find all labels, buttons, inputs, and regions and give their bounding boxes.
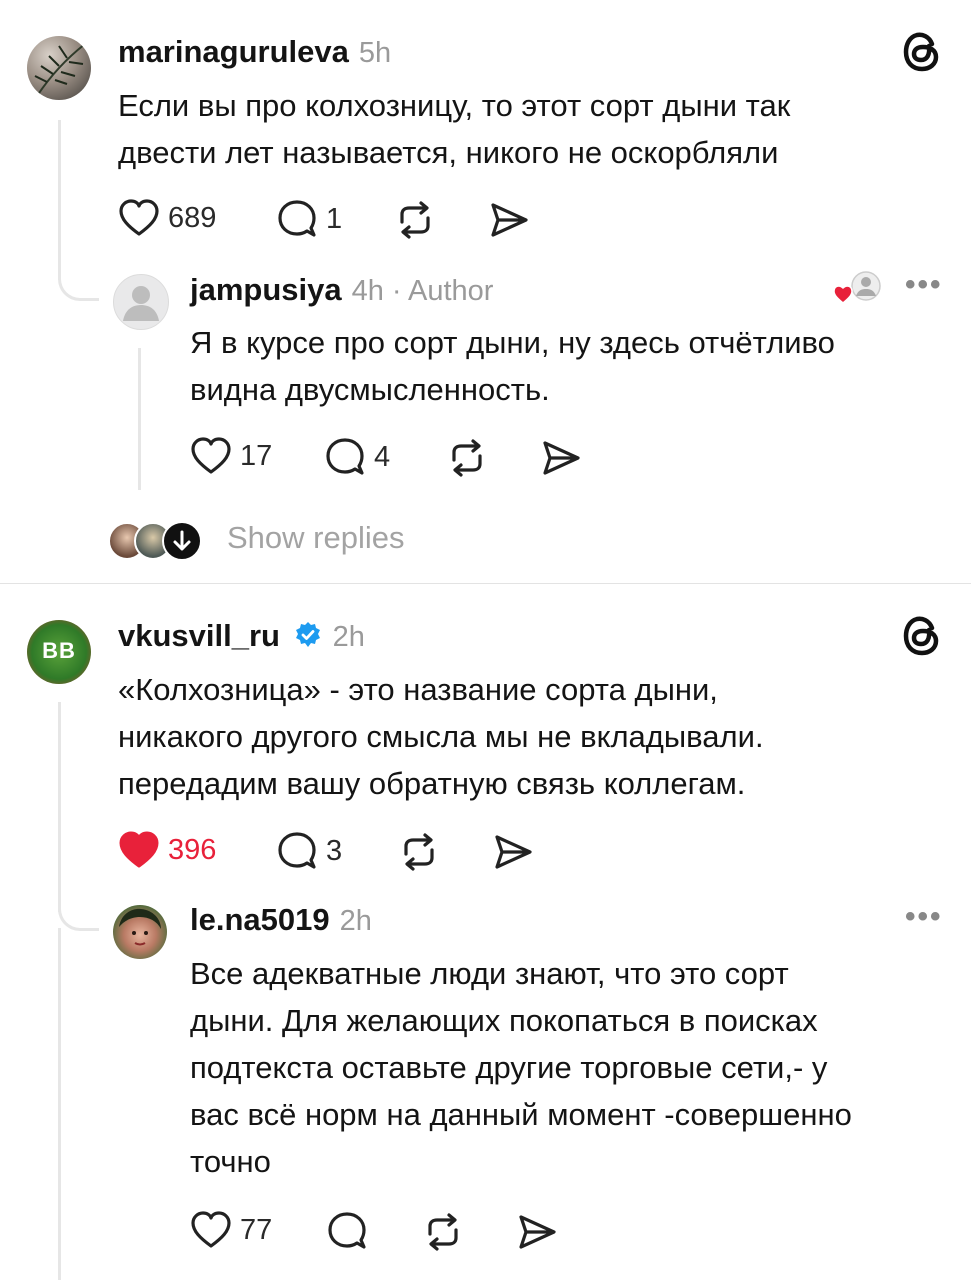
like-button[interactable]: 396 (118, 830, 216, 870)
avatar[interactable]: BB (27, 620, 91, 684)
repost-button[interactable] (394, 200, 436, 240)
username[interactable]: marinaguruleva 5h (118, 34, 391, 70)
threads-icon[interactable] (902, 614, 942, 663)
send-icon (495, 835, 532, 869)
reply-count: 1 (326, 202, 343, 235)
thread-curve (58, 892, 99, 931)
timestamp: 4h (351, 275, 384, 307)
avatar-logo-text: BB (42, 638, 76, 663)
comment-text: «Колхозница» - это название сорта дыни, … (118, 672, 764, 801)
timestamp: 2h (332, 621, 365, 653)
reply-button[interactable]: 3 (276, 830, 342, 872)
share-button[interactable] (492, 832, 534, 872)
liked-by-author-badge (832, 270, 886, 308)
repost-icon (404, 833, 434, 871)
like-count: 77 (240, 1213, 273, 1246)
heart-filled-icon (119, 831, 159, 868)
heart-icon (119, 199, 159, 236)
reply-button[interactable]: 4 (324, 436, 390, 478)
repost-button[interactable] (398, 832, 440, 872)
comment-bubble-icon (278, 832, 316, 869)
show-replies-button[interactable]: Show replies (227, 520, 404, 556)
username[interactable]: vkusvill_ru 2h (118, 618, 365, 654)
comment-bubble-icon (278, 200, 316, 237)
reply-count: 4 (374, 440, 391, 473)
comment-bubble-icon (328, 1212, 366, 1249)
reply-button[interactable] (326, 1210, 376, 1252)
thread-line (58, 120, 61, 280)
like-button[interactable]: 77 (190, 1210, 272, 1250)
heart-icon (191, 1211, 231, 1248)
username[interactable]: le.na5019 2h (190, 902, 372, 938)
comment-bubble-icon (326, 438, 364, 475)
timestamp: 2h (339, 905, 372, 937)
more-options-button[interactable]: ••• (905, 268, 943, 302)
verified-badge-icon (295, 622, 320, 647)
share-button[interactable] (488, 200, 530, 240)
send-icon (543, 441, 580, 475)
repost-icon (400, 201, 430, 239)
more-options-button[interactable]: ••• (905, 900, 943, 934)
avatar[interactable] (113, 905, 167, 959)
timestamp: 5h (358, 37, 392, 69)
reply-avatars-stack (108, 520, 208, 561)
repost-button[interactable] (422, 1212, 464, 1252)
threads-icon[interactable] (902, 30, 942, 79)
like-count: 396 (168, 833, 217, 866)
send-icon (491, 203, 528, 237)
reply-count: 3 (326, 834, 343, 867)
comment-text: Все адекватные люди знают, что это сорт … (190, 956, 852, 1179)
palm-leaf-avatar-art (34, 43, 86, 97)
heart-icon (191, 437, 231, 474)
thread-line (58, 702, 61, 912)
avatar[interactable] (113, 274, 169, 330)
divider (0, 583, 971, 584)
send-icon (519, 1215, 556, 1249)
repost-icon (452, 439, 482, 477)
like-count: 689 (168, 201, 217, 234)
thread-line (138, 348, 141, 490)
comment-text: Если вы про колхозницу, то этот сорт дын… (118, 88, 791, 170)
repost-icon (428, 1213, 458, 1251)
share-button[interactable] (540, 438, 582, 478)
username[interactable]: jampusiya 4h · Author (190, 272, 493, 308)
arrow-down-icon (162, 521, 202, 561)
thread-curve (58, 262, 99, 301)
portrait-avatar-art (119, 908, 161, 946)
thread-line (58, 928, 61, 1280)
like-button[interactable]: 17 (190, 436, 272, 476)
like-count: 17 (240, 439, 273, 472)
share-button[interactable] (516, 1212, 558, 1252)
like-button[interactable]: 689 (118, 198, 216, 238)
comment-text: Я в курсе про сорт дыни, ну здесь отчётл… (190, 325, 835, 407)
author-tag: · Author (391, 275, 494, 307)
avatar[interactable] (27, 36, 91, 100)
repost-button[interactable] (446, 438, 488, 478)
reply-button[interactable]: 1 (276, 198, 342, 240)
default-user-icon (123, 286, 159, 321)
